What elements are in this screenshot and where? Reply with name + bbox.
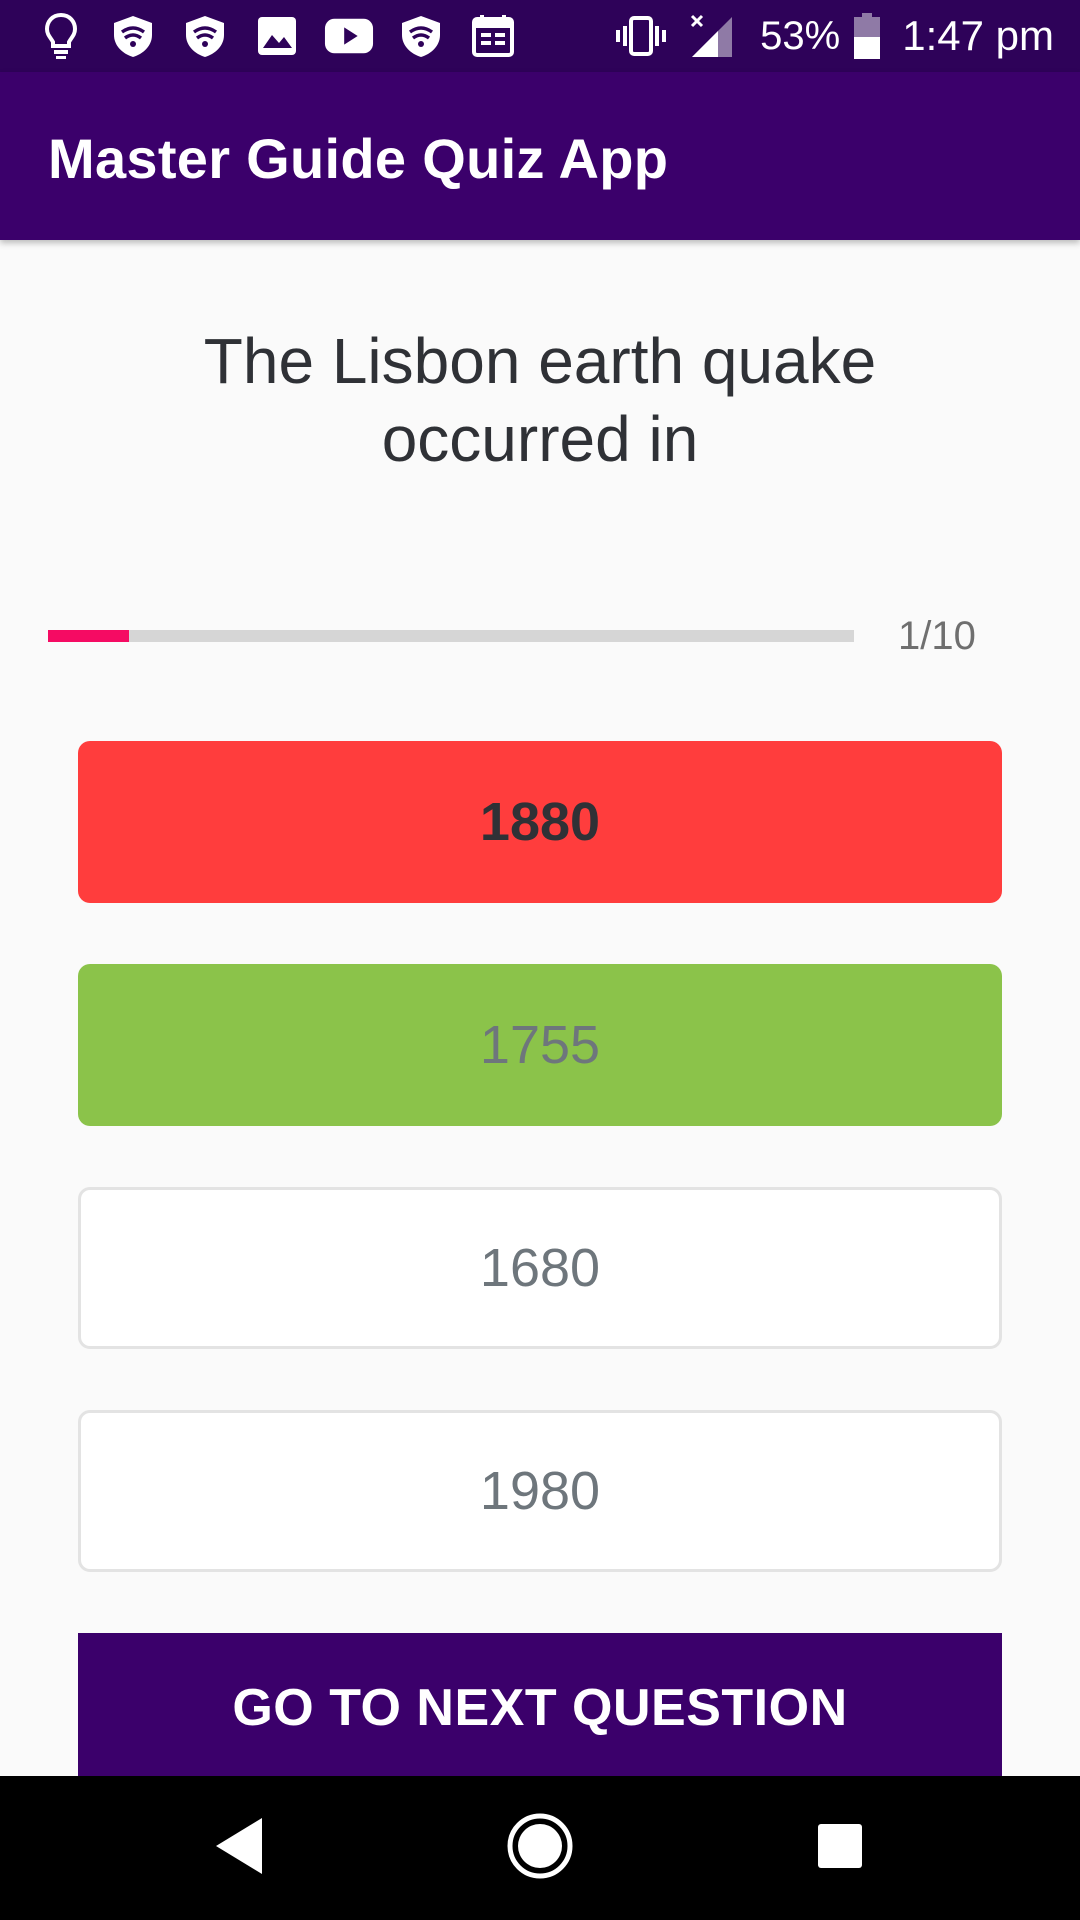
app-title: Master Guide Quiz App <box>48 127 669 190</box>
status-bar: 53% 1:47 pm <box>0 0 1080 72</box>
back-button[interactable] <box>190 1776 290 1920</box>
back-icon <box>212 1814 268 1883</box>
shield-wifi-icon <box>396 11 446 61</box>
shield-wifi-icon <box>180 11 230 61</box>
lightbulb-icon <box>36 11 86 61</box>
notification-icons <box>0 11 518 61</box>
answer-option-3[interactable]: 1680 <box>78 1187 1002 1349</box>
screen: 53% 1:47 pm Master Guide Quiz App The Li… <box>0 0 1080 1920</box>
shield-wifi-icon <box>108 11 158 61</box>
vibrate-icon <box>614 14 668 58</box>
answer-option-2[interactable]: 1755 <box>78 964 1002 1126</box>
youtube-icon <box>324 11 374 61</box>
battery-percentage: 53% <box>760 13 841 58</box>
next-question-button[interactable]: GO TO NEXT QUESTION <box>78 1633 1002 1783</box>
progress-bar <box>48 630 854 642</box>
recent-apps-icon <box>817 1823 863 1874</box>
recent-apps-button[interactable] <box>790 1776 890 1920</box>
question-text: The Lisbon earth quake occurred in <box>203 325 877 475</box>
system-status: 53% 1:47 pm <box>614 12 1080 60</box>
clock: 1:47 pm <box>902 12 1054 59</box>
signal-no-service-icon <box>688 13 734 59</box>
home-icon <box>506 1812 574 1885</box>
progress-fill <box>48 630 129 642</box>
battery-icon <box>854 13 881 59</box>
navigation-bar <box>0 1776 1080 1920</box>
image-icon <box>252 11 302 61</box>
answer-option-4[interactable]: 1980 <box>78 1410 1002 1572</box>
progress-counter: 1/10 <box>898 614 976 658</box>
answer-option-1[interactable]: 1880 <box>78 741 1002 903</box>
home-button[interactable] <box>490 1776 590 1920</box>
app-bar: Master Guide Quiz App <box>0 72 1080 240</box>
calendar-icon <box>468 11 518 61</box>
